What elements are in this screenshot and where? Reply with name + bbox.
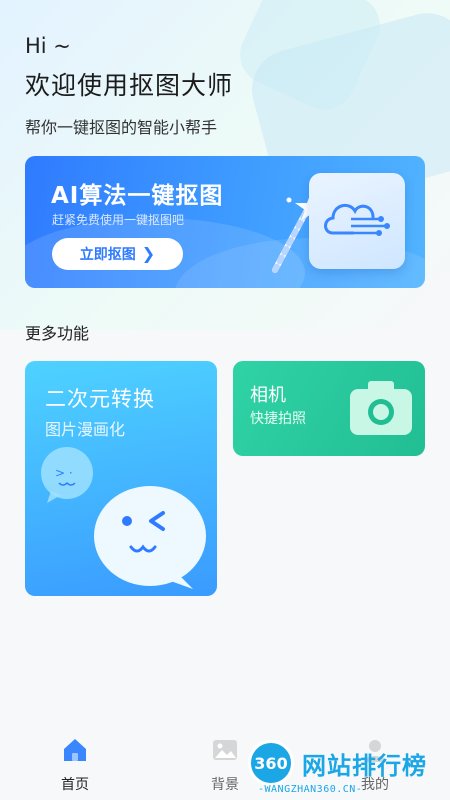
cloud-circuit-icon bbox=[324, 203, 390, 236]
ai-cutout-banner[interactable]: AI算法一键抠图 赶紧免费使用一键抠图吧 立即抠图 ❯ bbox=[25, 156, 425, 288]
anime-convert-card[interactable]: 二次元转换 图片漫画化 > · bbox=[25, 361, 217, 596]
camera-card[interactable]: 相机 快捷拍照 bbox=[233, 361, 425, 456]
banner-title: AI算法一键抠图 bbox=[51, 183, 224, 209]
home-icon bbox=[64, 739, 86, 761]
banner-subtitle: 赶紧免费使用一键抠图吧 bbox=[52, 213, 185, 227]
page-subtitle: 帮你一键抠图的智能小帮手 bbox=[25, 118, 218, 137]
more-features-heading: 更多功能 bbox=[25, 324, 90, 343]
camera-card-subtitle: 快捷拍照 bbox=[250, 411, 306, 427]
svg-text:> ·: > · bbox=[55, 466, 73, 480]
greeting: Hi ~ bbox=[25, 34, 71, 58]
page-title: 欢迎使用抠图大师 bbox=[25, 71, 234, 100]
camera-icon bbox=[350, 381, 412, 435]
image-icon bbox=[213, 740, 237, 760]
camera-card-title: 相机 bbox=[250, 385, 286, 406]
anime-card-title: 二次元转换 bbox=[45, 387, 155, 411]
chat-bubble-face-icon: > · bbox=[41, 447, 206, 589]
watermark: 360 网站排行榜 -WANGZHAN360.CN- bbox=[240, 736, 450, 800]
tab-home-label: 首页 bbox=[61, 777, 89, 793]
start-cutout-button[interactable]: 立即抠图 ❯ bbox=[52, 238, 183, 270]
start-cutout-label: 立即抠图 bbox=[79, 247, 136, 263]
ai-cloud-icon bbox=[309, 173, 405, 269]
watermark-text: 网站排行榜 bbox=[302, 752, 427, 780]
watermark-badge: 360 bbox=[248, 740, 294, 786]
tab-home[interactable]: 首页 bbox=[30, 730, 120, 800]
anime-card-subtitle: 图片漫画化 bbox=[45, 420, 126, 439]
watermark-url: -WANGZHAN360.CN- bbox=[258, 784, 363, 795]
chevron-right-icon: ❯ bbox=[141, 244, 156, 263]
